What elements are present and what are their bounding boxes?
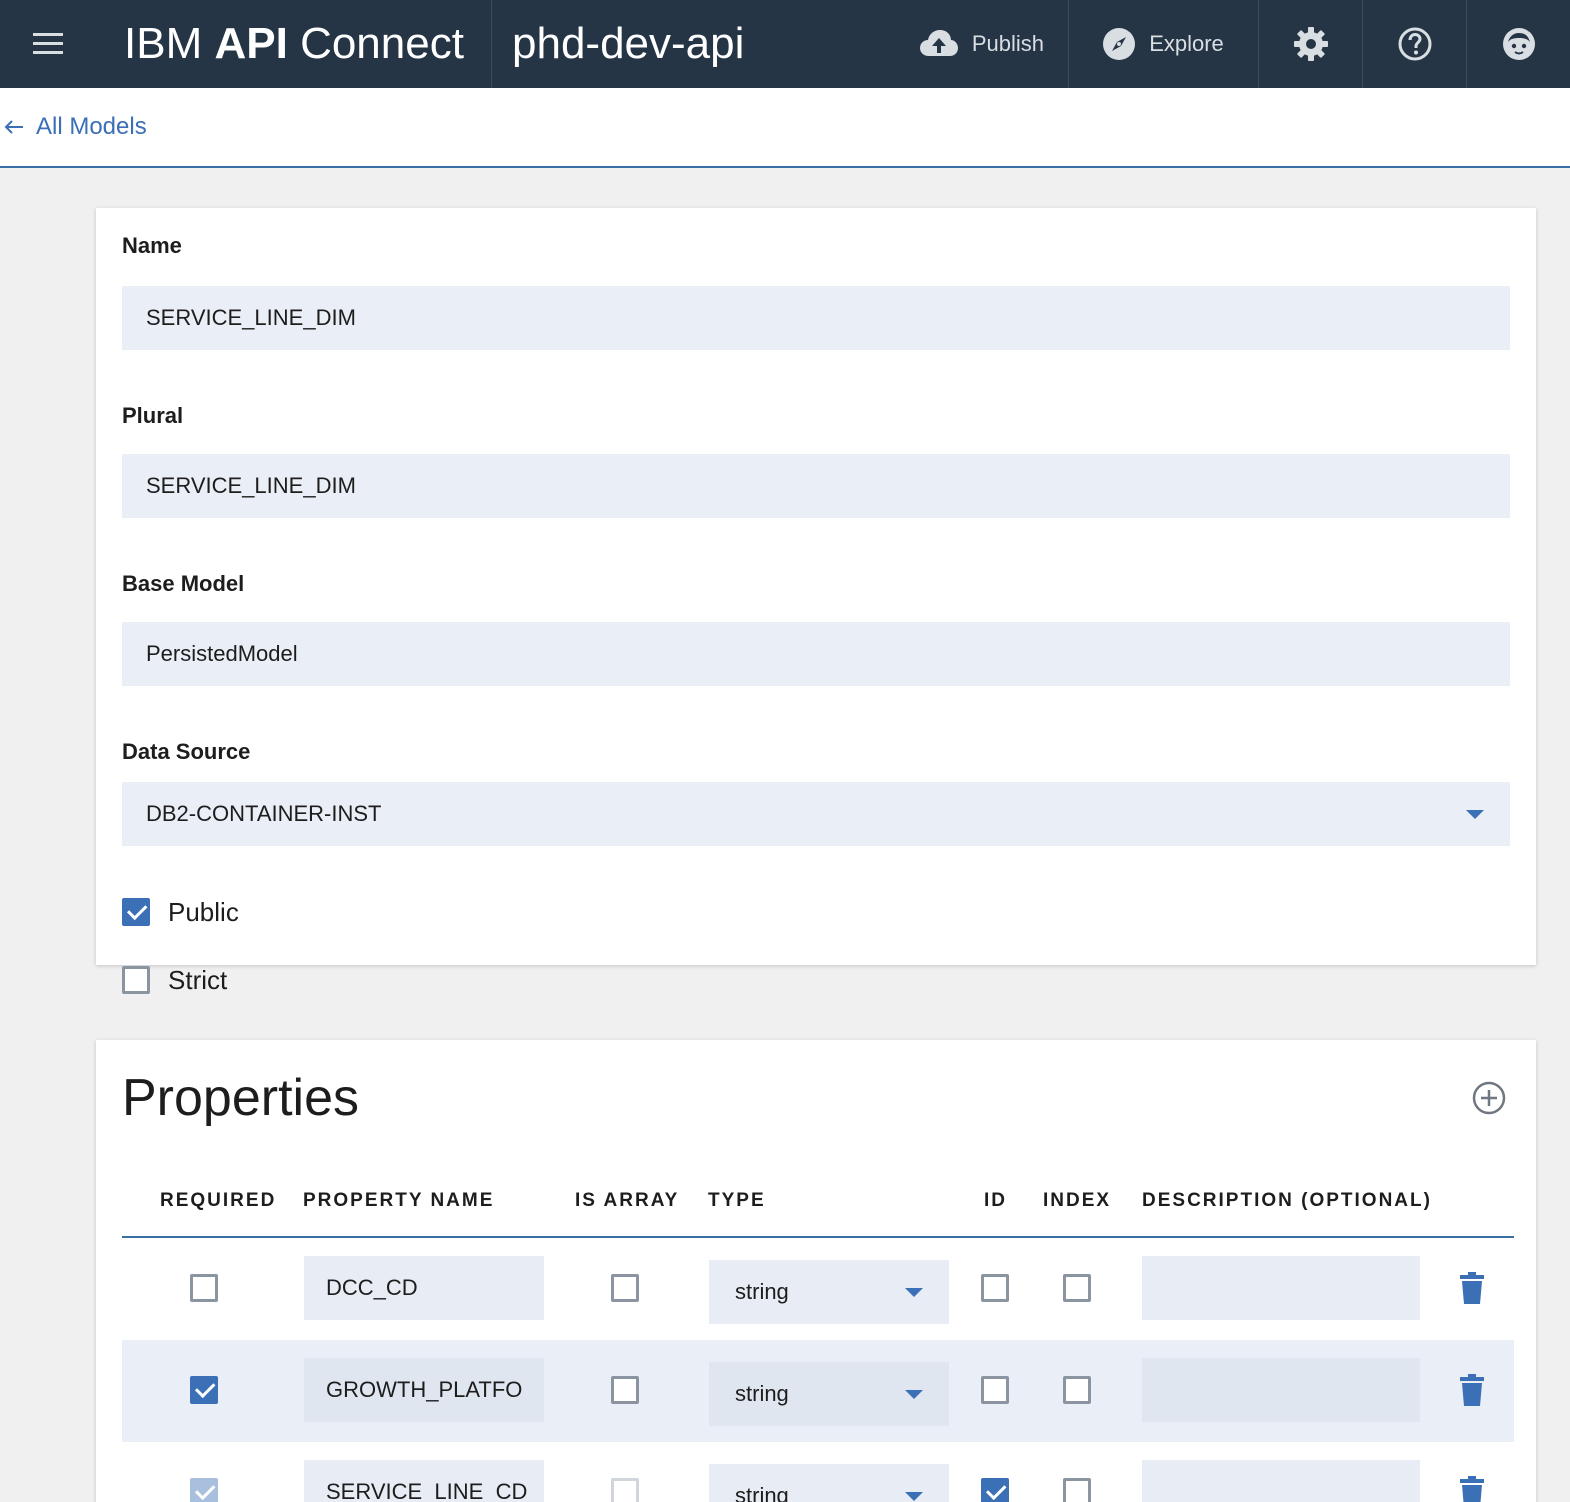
app-name: phd-dev-api <box>512 19 745 68</box>
data-source-select[interactable]: DB2-CONTAINER-INST <box>122 782 1510 846</box>
index-checkbox[interactable] <box>1063 1274 1091 1302</box>
properties-card: Properties REQUIRED PROPERTY NAME IS ARR… <box>96 1040 1536 1502</box>
required-checkbox[interactable] <box>190 1478 218 1502</box>
strict-label: Strict <box>168 964 228 995</box>
add-property-icon[interactable] <box>1472 1081 1506 1115</box>
strict-checkbox[interactable] <box>122 966 150 994</box>
column-header-id: ID <box>984 1190 1007 1211</box>
explore-button[interactable]: Explore <box>1068 0 1258 88</box>
base-model-input[interactable]: PersistedModel <box>122 622 1510 686</box>
required-checkbox[interactable] <box>190 1274 218 1302</box>
arrow-left-icon <box>4 120 23 134</box>
hamburger-menu-button[interactable] <box>0 0 96 88</box>
help-button[interactable] <box>1362 0 1466 88</box>
name-input[interactable]: SERVICE_LINE_DIM <box>122 286 1510 350</box>
required-checkbox[interactable] <box>190 1376 218 1404</box>
hamburger-icon <box>33 33 63 54</box>
gear-icon <box>1293 27 1328 61</box>
brand-suffix: Connect <box>300 19 464 68</box>
settings-button[interactable] <box>1258 0 1362 88</box>
explore-label: Explore <box>1149 31 1224 56</box>
data-source-label: Data Source <box>122 739 251 764</box>
column-header-property-name: PROPERTY NAME <box>303 1190 495 1211</box>
is-array-checkbox[interactable] <box>611 1478 639 1502</box>
model-details-card: Name SERVICE_LINE_DIM Plural SERVICE_LIN… <box>96 208 1536 995</box>
chevron-down-icon <box>905 1287 923 1297</box>
trash-icon[interactable] <box>1460 1476 1484 1502</box>
chevron-down-icon <box>905 1491 923 1501</box>
base-model-field-group: Base Model PersistedModel <box>122 570 1510 686</box>
app-header: IBM API Connect phd-dev-api Publish Expl… <box>0 0 1570 88</box>
table-row: GROWTH_PLATFO string <box>122 1340 1514 1442</box>
public-label: Public <box>168 896 239 927</box>
index-checkbox[interactable] <box>1063 1376 1091 1404</box>
properties-table-header: REQUIRED PROPERTY NAME IS ARRAY TYPE ID … <box>122 1150 1514 1238</box>
product-logo: IBM API Connect <box>96 0 492 88</box>
column-header-is-array: IS ARRAY <box>575 1190 680 1211</box>
publish-button[interactable]: Publish <box>898 0 1068 88</box>
properties-title: Properties <box>122 1069 359 1127</box>
description-input[interactable] <box>1142 1460 1420 1502</box>
all-models-label: All Models <box>36 113 147 140</box>
base-model-label: Base Model <box>122 571 245 596</box>
data-source-value: DB2-CONTAINER-INST <box>146 801 382 826</box>
type-select[interactable]: string <box>709 1464 949 1502</box>
property-name-input[interactable]: DCC_CD <box>304 1256 544 1320</box>
all-models-link[interactable]: All Models <box>4 113 147 141</box>
chevron-down-icon <box>1466 809 1484 819</box>
description-input[interactable] <box>1142 1358 1420 1422</box>
type-value: string <box>735 1279 789 1304</box>
column-header-index: INDEX <box>1043 1190 1112 1211</box>
type-value: string <box>735 1381 789 1406</box>
id-checkbox[interactable] <box>981 1274 1009 1302</box>
properties-header: Properties <box>122 1040 1514 1150</box>
id-checkbox[interactable] <box>981 1478 1009 1502</box>
data-source-field-group: Data Source DB2-CONTAINER-INST <box>122 738 1510 846</box>
plural-input[interactable]: SERVICE_LINE_DIM <box>122 454 1510 518</box>
plural-label: Plural <box>122 403 184 428</box>
help-icon <box>1398 27 1431 61</box>
table-row: DCC_CD string <box>122 1238 1514 1340</box>
chevron-down-icon <box>905 1389 923 1399</box>
public-checkbox-row[interactable]: Public <box>122 896 1510 928</box>
brand-prefix: IBM <box>124 19 203 68</box>
column-header-type: TYPE <box>708 1190 766 1211</box>
column-header-description: DESCRIPTION (OPTIONAL) <box>1142 1190 1432 1211</box>
is-array-checkbox[interactable] <box>611 1274 639 1302</box>
plural-field-group: Plural SERVICE_LINE_DIM <box>122 402 1510 518</box>
name-field-group: Name SERVICE_LINE_DIM <box>122 232 1510 350</box>
property-name-input[interactable]: SERVICE_LINE_CD <box>304 1460 544 1502</box>
type-value: string <box>735 1483 789 1502</box>
cloud-upload-icon <box>919 30 958 56</box>
column-header-required: REQUIRED <box>160 1190 277 1211</box>
type-select[interactable]: string <box>709 1362 949 1426</box>
table-row: SERVICE_LINE_CD string <box>122 1442 1514 1502</box>
index-checkbox[interactable] <box>1063 1478 1091 1502</box>
property-name-input[interactable]: GROWTH_PLATFO <box>304 1358 544 1422</box>
trash-icon[interactable] <box>1460 1272 1484 1304</box>
avatar-icon <box>1502 28 1535 60</box>
breadcrumb-bar: All Models <box>0 88 1570 168</box>
public-checkbox[interactable] <box>122 898 150 926</box>
user-account-button[interactable] <box>1466 0 1570 88</box>
compass-icon <box>1103 28 1136 60</box>
trash-icon[interactable] <box>1460 1374 1484 1406</box>
is-array-checkbox[interactable] <box>611 1376 639 1404</box>
type-select[interactable]: string <box>709 1260 949 1324</box>
name-label: Name <box>122 233 182 258</box>
brand-bold: API <box>214 19 288 68</box>
id-checkbox[interactable] <box>981 1376 1009 1404</box>
description-input[interactable] <box>1142 1256 1420 1320</box>
strict-checkbox-row[interactable]: Strict <box>122 964 1510 996</box>
publish-label: Publish <box>971 31 1044 56</box>
